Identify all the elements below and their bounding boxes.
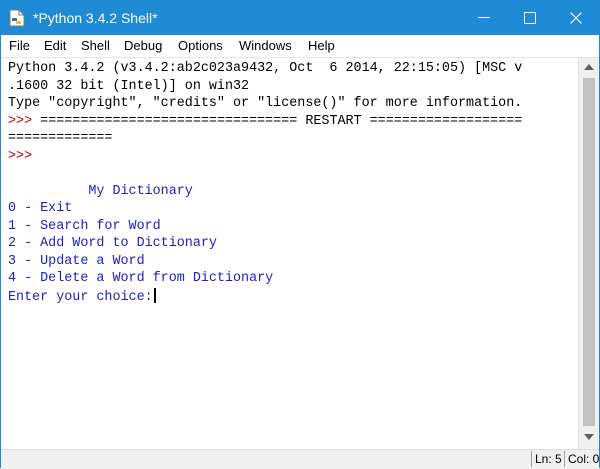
banner-line-2: .1600 32 bit (Intel)] on win32: [8, 78, 250, 94]
shell-text-area[interactable]: Python 3.4.2 (v3.4.2:ab2c023a9432, Oct 6…: [1, 58, 577, 448]
restart-separator-continued: =============: [8, 131, 113, 146]
column-number-indicator: Col: 0: [564, 451, 599, 467]
restart-line: >>> ================================ RES…: [8, 113, 522, 131]
minimize-button[interactable]: [461, 1, 507, 35]
scrollbar-thumb[interactable]: [583, 78, 595, 426]
menu-bar: File Edit Shell Debug Options Windows He…: [1, 35, 599, 58]
menu-option-update: 3 - Update a Word: [8, 253, 145, 269]
shell-prompt: >>>: [8, 113, 41, 129]
restart-separator: ================================ RESTART…: [40, 113, 523, 129]
menu-title: My Dictionary: [8, 183, 193, 199]
banner-line-1: Python 3.4.2 (v3.4.2:ab2c023a9432, Oct 6…: [8, 61, 523, 76]
menu-options[interactable]: Options: [178, 38, 223, 54]
banner-line-3: Type "copyright", "credits" or "license(…: [8, 96, 523, 111]
menu-windows[interactable]: Windows: [239, 38, 292, 54]
status-bar: Ln: 5 Col: 0: [1, 449, 599, 469]
input-prompt: Enter your choice:: [8, 289, 153, 305]
input-line[interactable]: Enter your choice:: [8, 287, 156, 307]
menu-debug[interactable]: Debug: [124, 38, 162, 54]
title-bar[interactable]: *Python 3.4.2 Shell*: [1, 1, 599, 35]
menu-option-add: 2 - Add Word to Dictionary: [8, 236, 217, 251]
close-icon: [570, 12, 582, 24]
python-file-icon: [9, 9, 25, 27]
idle-shell-window: *Python 3.4.2 Shell* File Edit Shell Deb…: [0, 0, 600, 469]
scroll-up-icon[interactable]: [584, 64, 594, 70]
vertical-scrollbar[interactable]: [578, 58, 599, 449]
shell-prompt-2: >>>: [8, 148, 41, 164]
menu-file[interactable]: File: [9, 38, 30, 54]
menu-help[interactable]: Help: [308, 38, 335, 54]
close-button[interactable]: [553, 1, 599, 35]
menu-option-exit: 0 - Exit: [8, 201, 73, 216]
maximize-icon: [524, 12, 536, 24]
menu-shell[interactable]: Shell: [81, 38, 110, 54]
menu-option-delete: 4 - Delete a Word from Dictionary: [8, 271, 274, 286]
menu-option-search: 1 - Search for Word: [8, 218, 161, 234]
menu-edit[interactable]: Edit: [44, 38, 66, 54]
window-title: *Python 3.4.2 Shell*: [33, 10, 158, 26]
scroll-down-icon[interactable]: [584, 434, 594, 440]
minimize-icon: [478, 17, 490, 18]
line-number-indicator: Ln: 5: [531, 451, 564, 467]
maximize-button[interactable]: [507, 1, 553, 35]
text-cursor: [153, 287, 156, 303]
